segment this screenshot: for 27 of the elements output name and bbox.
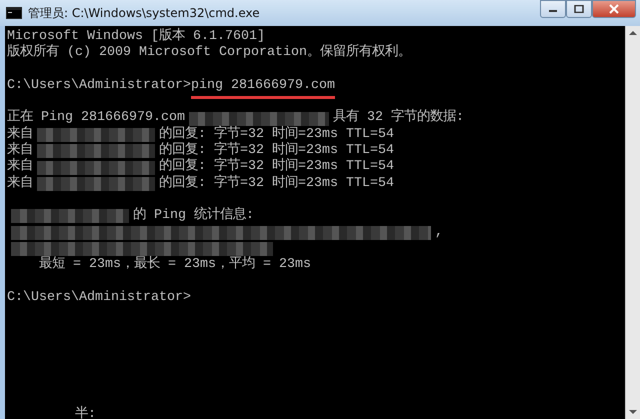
console-text: C:\Users\Administrator> (7, 290, 191, 306)
console-text: 具有 32 字节的数据: (332, 110, 464, 127)
minimize-button[interactable] (540, 0, 566, 18)
underlined-command: ping 281666979.com (190, 78, 335, 100)
console-text: 版权所有 (c) 2009 Microsoft Corporation。保留所有权利。 (7, 45, 411, 62)
console-text: 的回复: 字节=32 时间=23ms TTL=54 (159, 176, 394, 192)
console-text: 来自 (7, 176, 33, 192)
console-text: 的 Ping 统计信息: (133, 208, 254, 225)
console-text: 最短 = 23ms，最长 = 23ms，平均 = 23ms (38, 257, 311, 274)
close-button[interactable] (592, 0, 636, 18)
maximize-icon (574, 5, 584, 13)
console-text: 正在 Ping 281666979.com (7, 110, 185, 126)
console-text: 的回复: 字节=32 时间=23ms TTL=54 (159, 143, 394, 158)
console-text: 半: (75, 406, 97, 419)
scrollbar[interactable] (625, 26, 640, 419)
console-text: 来自 (7, 143, 33, 158)
console-icon (6, 7, 22, 19)
console-text: , (435, 224, 443, 241)
console-text: 的回复: 字节=32 时间=23ms TTL=54 (159, 159, 394, 174)
console-text: 来自 (7, 126, 33, 142)
maximize-button[interactable] (566, 0, 592, 18)
console-text: C:\Users\Administrator> (7, 78, 191, 94)
window-title: 管理员: C:\Windows\system32\cmd.exe (28, 4, 261, 22)
close-icon (609, 4, 619, 14)
console-text: 来自 (7, 159, 33, 175)
console-text: Microsoft Windows [版本 6.1.7601] (7, 29, 265, 44)
console-text: 的回复: 字节=32 时间=23ms TTL=54 (159, 126, 394, 142)
